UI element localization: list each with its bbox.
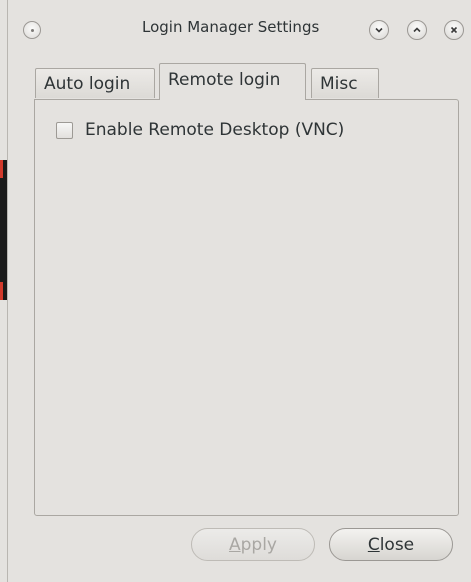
chevron-up-icon bbox=[413, 27, 421, 33]
enable-vnc-checkbox[interactable] bbox=[56, 121, 73, 139]
tab-panel-remote-login bbox=[34, 99, 459, 516]
close-icon bbox=[450, 26, 458, 34]
apply-mnemonic: A bbox=[228, 534, 241, 555]
title-bar[interactable]: Login Manager Settings bbox=[8, 0, 471, 56]
close-window-button[interactable] bbox=[444, 20, 464, 40]
desktop-background-edge bbox=[0, 160, 7, 300]
enable-vnc-label[interactable]: Enable Remote Desktop (VNC) bbox=[85, 120, 344, 140]
enable-vnc-option[interactable]: Enable Remote Desktop (VNC) bbox=[56, 120, 344, 140]
close-button[interactable]: Close bbox=[329, 528, 453, 561]
window-menu-icon[interactable] bbox=[23, 21, 41, 39]
window: Login Manager Settings Auto login Remote… bbox=[0, 0, 471, 582]
maximize-button[interactable] bbox=[407, 20, 427, 40]
window-title: Login Manager Settings bbox=[142, 18, 320, 36]
chevron-down-icon bbox=[375, 27, 383, 33]
tab-auto-login[interactable]: Auto login bbox=[35, 68, 155, 98]
apply-button[interactable]: Apply bbox=[191, 528, 315, 561]
minimize-button[interactable] bbox=[369, 20, 389, 40]
close-label: lose bbox=[379, 534, 415, 555]
dialog-frame: Login Manager Settings Auto login Remote… bbox=[7, 0, 471, 582]
apply-label: pply bbox=[240, 534, 277, 555]
tab-remote-login[interactable]: Remote login bbox=[159, 63, 306, 100]
tab-misc[interactable]: Misc bbox=[311, 68, 379, 98]
close-mnemonic: C bbox=[367, 534, 380, 555]
